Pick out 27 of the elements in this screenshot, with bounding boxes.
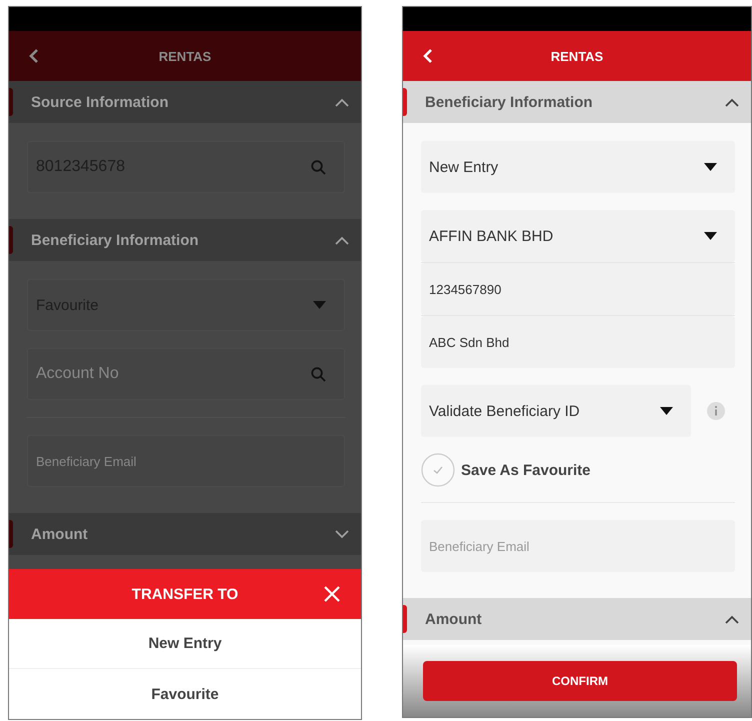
dropdown[interactable]: AFFIN BANK BHD: [421, 210, 735, 262]
dropdown[interactable]: Validate Beneficiary ID: [421, 385, 691, 437]
screen-title: RENTAS: [158, 48, 212, 64]
search-icon: [311, 366, 326, 382]
checkbox[interactable]: [421, 453, 455, 487]
back-icon[interactable]: [29, 48, 39, 64]
input-field[interactable]: 1234567890: [421, 263, 735, 315]
dropdown-arrow-icon: [660, 407, 673, 415]
checkbox-label: Save As Favourite: [461, 462, 590, 478]
input-field[interactable]: ABC Sdn Bhd: [421, 316, 735, 368]
close-icon[interactable]: [323, 585, 341, 603]
section-header[interactable]: Amount: [403, 598, 751, 640]
dropdown-arrow-icon: [704, 163, 717, 171]
search-icon: [311, 160, 326, 174]
section-header[interactable]: Source Information: [9, 81, 361, 123]
dropdown-arrow-icon: [704, 232, 717, 240]
search-field[interactable]: Account No: [27, 348, 345, 400]
dropdown-arrow-icon: [313, 301, 326, 309]
info-icon[interactable]: [707, 402, 725, 420]
section-header[interactable]: Beneficiary Information: [403, 81, 751, 123]
section-header[interactable]: Beneficiary Information: [9, 219, 361, 261]
screen-title: RENTAS: [550, 48, 604, 64]
dropdown[interactable]: New Entry: [421, 141, 735, 193]
confirm-button[interactable]: CONFIRM: [423, 661, 737, 701]
section-header[interactable]: Amount: [9, 513, 361, 555]
sheet-title: TRANSFER TO: [132, 586, 238, 602]
input-field[interactable]: Beneficiary Email: [27, 435, 345, 487]
